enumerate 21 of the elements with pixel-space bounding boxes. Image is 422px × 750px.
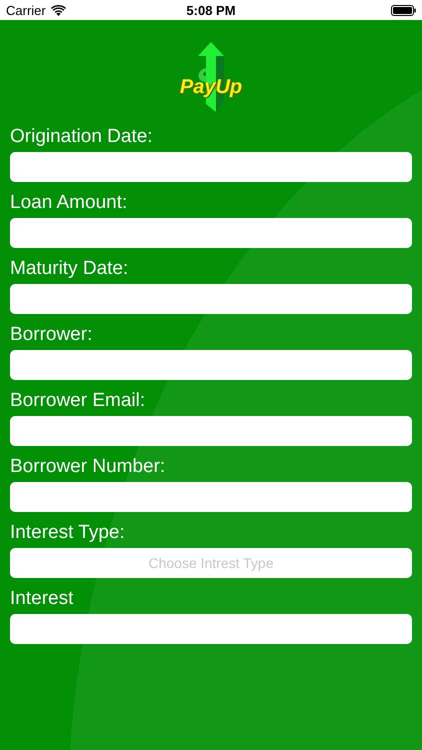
- input-field[interactable]: [10, 152, 412, 182]
- wifi-icon: [50, 4, 66, 16]
- input-field[interactable]: [10, 218, 412, 248]
- logo-text: PayUp: [180, 76, 242, 99]
- field-label: Origination Date:: [10, 125, 154, 148]
- input-field[interactable]: [10, 416, 412, 446]
- field-label: Interest: [10, 587, 74, 610]
- field-label: Borrower Email:: [10, 389, 146, 412]
- field-label: Borrower:: [10, 323, 94, 346]
- field-label: Loan Amount:: [10, 191, 128, 214]
- field-label: Maturity Date:: [10, 257, 130, 280]
- field-label: Borrower Number:: [10, 455, 166, 478]
- input-field[interactable]: [10, 614, 412, 644]
- battery-icon: [391, 4, 416, 16]
- field-label: Interest Type:: [10, 521, 126, 544]
- picker-field[interactable]: Choose Intrest Type: [10, 548, 412, 578]
- clock-time: 5:08 PM: [185, 2, 237, 18]
- input-field[interactable]: [10, 350, 412, 380]
- input-field[interactable]: [10, 284, 412, 314]
- input-field[interactable]: [10, 482, 412, 512]
- carrier-label: Carrier: [6, 2, 46, 18]
